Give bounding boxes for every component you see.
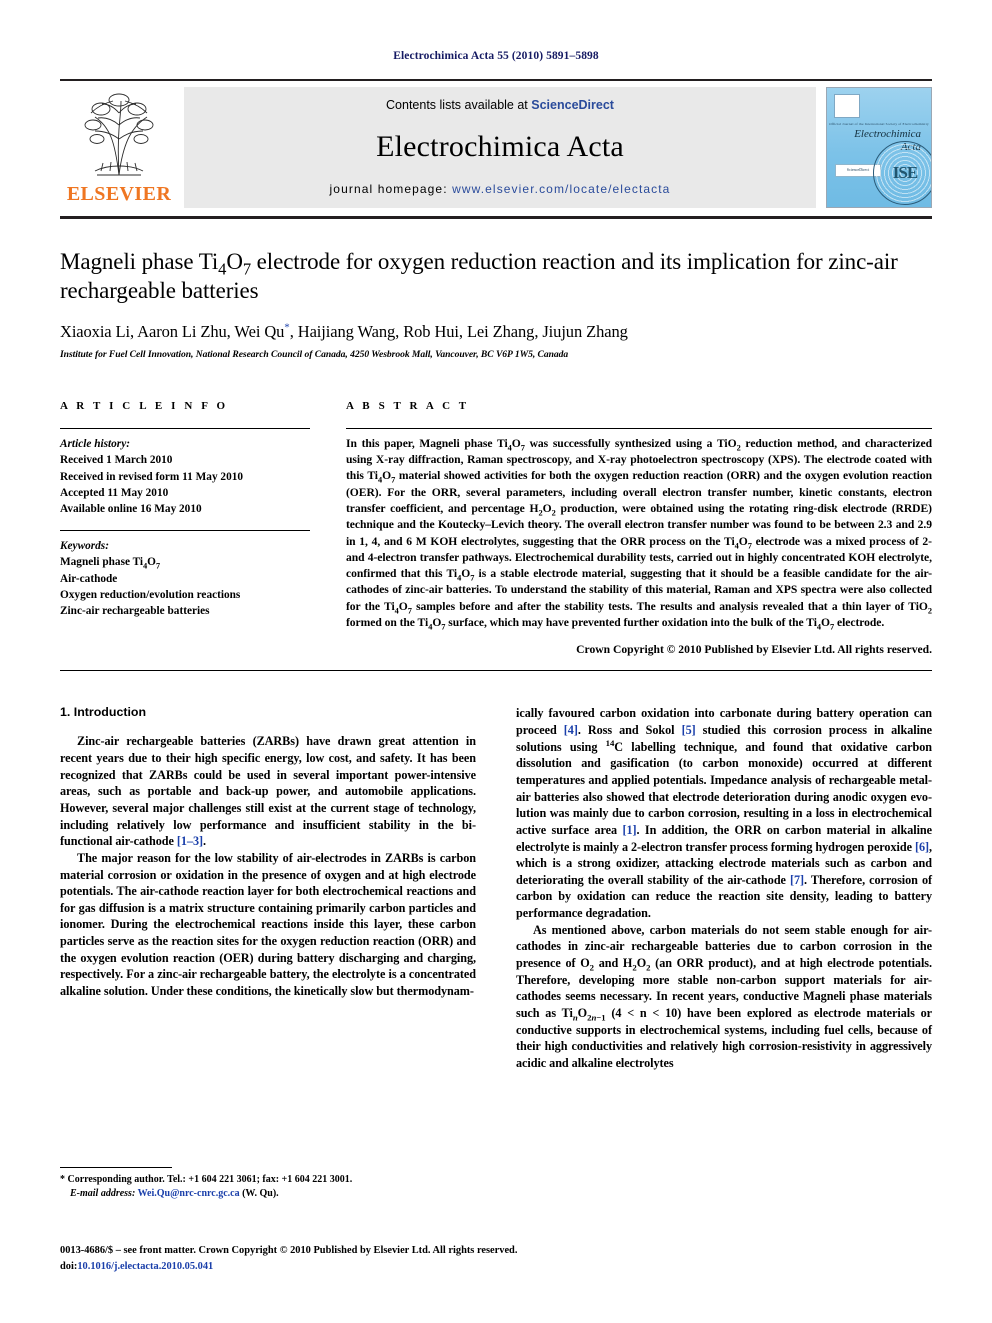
body-column-right: ically favoured carbon oxidation into ca… [516,705,932,1071]
cover-elsevier-logo-icon [834,94,860,118]
footnote-block: * Corresponding author. Tel.: +1 604 221… [60,1167,486,1201]
cover-society-line: Official Journal of the International So… [829,122,929,126]
issn-copyright-line: 0013-4686/$ – see front matter. Crown Co… [60,1245,518,1256]
journal-masthead: ELSEVIER Contents lists available at Sci… [60,79,932,214]
doi-line: doi:10.1016/j.electacta.2010.05.041 [60,1259,932,1275]
elsevier-wordmark: ELSEVIER [66,183,172,205]
paper-page: Electrochimica Acta 55 (2010) 5891–5898 [0,0,992,1323]
doi-label: doi: [60,1260,78,1272]
paragraph: The major reason for the low stability o… [60,850,476,999]
keyword-item: Magneli phase Ti4O7 [60,556,160,571]
email-note: E-mail address: Wei.Qu@nrc-cnrc.gc.ca (W… [60,1187,486,1201]
footnote-rule [60,1167,172,1168]
masthead-bottom-rule [60,216,932,219]
citation-ref[interactable]: [4] [564,723,578,737]
email-owner: (W. Qu). [242,1188,279,1200]
article-history-item: Received in revised form 11 May 2010 [60,470,244,483]
abstract-text: In this paper, Magneli phase Ti4O7 was s… [346,436,933,632]
title-block: Magneli phase Ti4O7 electrode for oxygen… [60,247,932,360]
elsevier-tree-icon [84,93,154,176]
page-title: Magneli phase Ti4O7 electrode for oxygen… [60,249,898,304]
keyword-item: Oxygen reduction/evolution reactions [60,588,241,601]
abstract-rule-top [346,427,932,429]
email-label: E-mail address: [70,1188,136,1200]
sciencedirect-link[interactable]: ScienceDirect [531,98,614,112]
paragraph: As mentioned above, carbon materials do … [516,922,932,1071]
email-link[interactable]: Wei.Qu@nrc-cnrc.gc.ca [138,1188,240,1199]
article-history-item: Received 1 March 2010 [60,454,173,467]
author-list: Xiaoxia Li, Aaron Li Zhu, Wei Qu*, Haiji… [60,321,628,341]
homepage-prefix: journal homepage: [329,182,448,196]
body-columns: 1. Introduction Zinc-air rechargeable ba… [60,705,932,1071]
cover-ise-label: ISE [892,163,918,182]
abstract-copyright: Crown Copyright © 2010 Published by Else… [576,643,932,657]
article-history-label: Article history: [60,437,130,450]
journal-band: Contents lists available at ScienceDirec… [184,87,816,208]
doi-value[interactable]: 10.1016/j.electacta.2010.05.041 [77,1261,213,1272]
article-info-rule-top [60,427,310,429]
page-footer: 0013-4686/$ – see front matter. Crown Co… [60,1243,932,1274]
affiliation: Institute for Fuel Cell Innovation, Nati… [60,348,569,360]
journal-homepage-line: journal homepage: www.elsevier.com/locat… [330,182,671,196]
journal-title: Electrochimica Acta [376,130,624,163]
section-heading-introduction: 1. Introduction [60,705,147,720]
article-history-item: Accepted 11 May 2010 [60,487,169,499]
abstract-heading: A B S T R A C T [346,399,470,412]
citation-ref[interactable]: [1] [622,823,636,837]
journal-cover-thumbnail: Official Journal of the International So… [826,87,932,208]
article-info-rule-mid [60,529,310,531]
contents-prefix: Contents lists available at [386,98,528,112]
elsevier-logo: ELSEVIER [60,81,178,214]
cover-title-line1: Electrochimica [854,128,921,140]
body-column-left: 1. Introduction Zinc-air rechargeable ba… [60,705,476,1071]
info-and-abstract: A R T I C L E I N F O Article history: R… [60,400,932,656]
paragraph: ically favoured carbon oxidation into ca… [516,706,933,921]
keyword-item: Zinc-air rechargeable batteries [60,605,210,618]
article-history-item: Available online 16 May 2010 [60,503,202,516]
abstract-bottom-rule [60,670,932,672]
keywords-label: Keywords: [60,539,109,552]
cover-ise-emblem-icon: ISE [873,141,931,205]
citation-ref[interactable]: [1–3] [177,834,203,848]
contents-available-line: Contents lists available at ScienceDirec… [386,98,614,112]
article-info-heading: A R T I C L E I N F O [60,399,229,412]
article-info-column: A R T I C L E I N F O Article history: R… [60,400,310,656]
keyword-item: Air-cathode [60,572,118,585]
abstract-column: A B S T R A C T In this paper, Magneli p… [346,400,932,656]
paragraph: Zinc-air rechargeable batteries (ZARBs) … [60,734,476,849]
citation-ref[interactable]: [7] [790,873,804,887]
homepage-url-link[interactable]: www.elsevier.com/locate/electacta [452,182,670,196]
citation-ref[interactable]: [6] [915,840,929,854]
citation-ref[interactable]: [5] [682,723,696,737]
corresponding-author-note: * Corresponding author. Tel.: +1 604 221… [60,1174,353,1185]
running-head: Electrochimica Acta 55 (2010) 5891–5898 [393,50,599,62]
